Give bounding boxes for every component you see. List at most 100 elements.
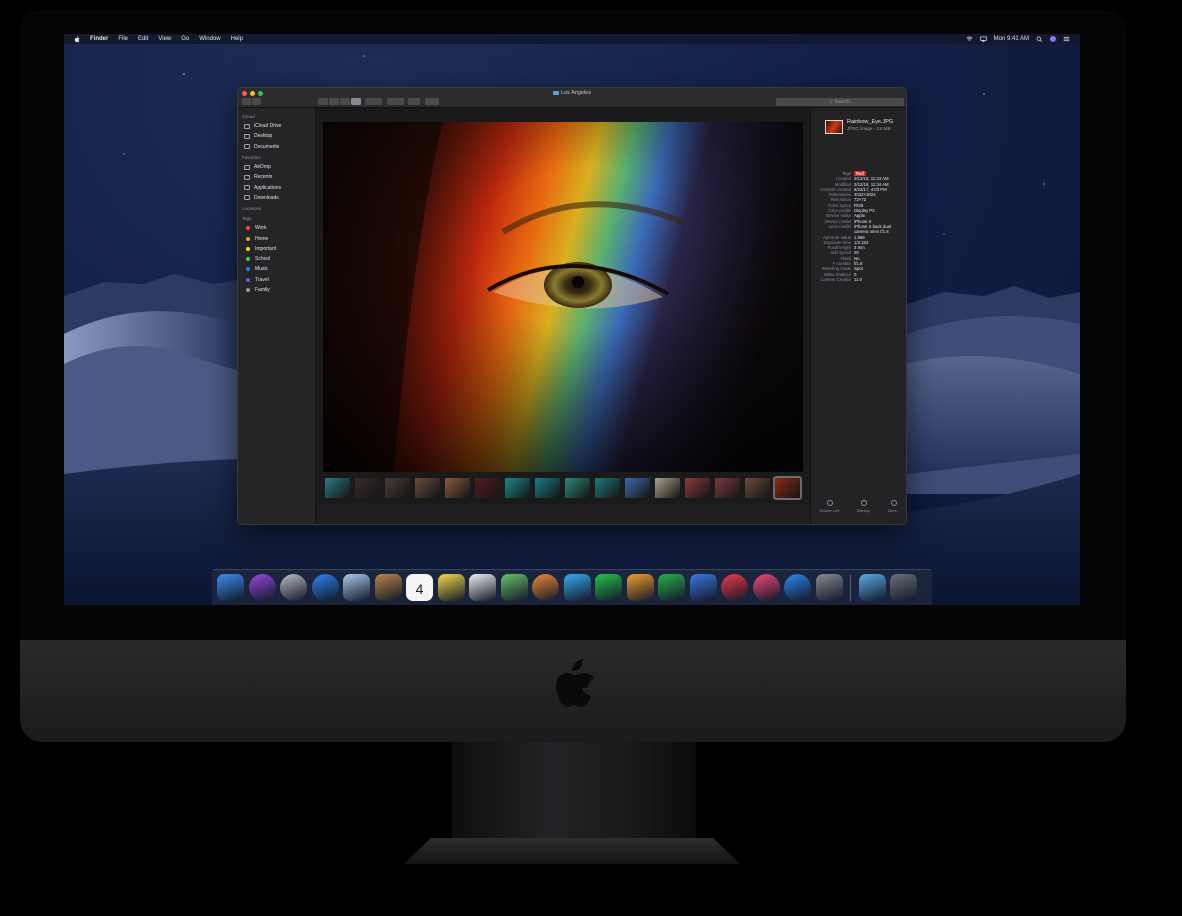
- folder-icon: [553, 90, 560, 95]
- launchpad-icon[interactable]: [280, 574, 307, 601]
- filmstrip-thumbnail[interactable]: [625, 478, 650, 498]
- sidebar-item-music[interactable]: Music: [238, 264, 315, 274]
- numbers-icon[interactable]: [658, 574, 685, 601]
- sidebar-item-work[interactable]: Work: [238, 223, 315, 233]
- sidebar-item-home[interactable]: Home: [238, 233, 315, 243]
- news-icon[interactable]: [721, 574, 748, 601]
- sidebar-item-label: Applications: [254, 184, 281, 191]
- filmstrip-thumbnail[interactable]: [325, 478, 350, 498]
- filmstrip-thumbnail[interactable]: [445, 478, 470, 498]
- icon-view-button[interactable]: [318, 98, 328, 105]
- filmstrip-thumbnail[interactable]: [773, 476, 802, 500]
- sidebar-item-desktop[interactable]: Desktop: [238, 131, 315, 141]
- sidebar-item-icloud-drive[interactable]: iCloud Drive: [238, 121, 315, 131]
- sidebar-item-recents[interactable]: Recents: [238, 172, 315, 182]
- forward-button[interactable]: [252, 98, 261, 105]
- tag-button[interactable]: [425, 98, 439, 105]
- metadata-list: Tags Red Created 3/12/18, 11:34 AM Modified 3…: [811, 171, 906, 282]
- spotlight-icon[interactable]: [1036, 36, 1043, 42]
- facetime-icon[interactable]: [595, 574, 622, 601]
- airplay-icon[interactable]: [979, 36, 987, 42]
- sidebar-item-documents[interactable]: Documents: [238, 142, 315, 152]
- finder-icon[interactable]: [217, 574, 244, 601]
- wifi-icon[interactable]: [966, 36, 973, 42]
- filmstrip-thumbnail[interactable]: [595, 478, 620, 498]
- column-view-button[interactable]: [340, 98, 350, 105]
- rotate-left-button[interactable]: Rotate Left: [820, 500, 839, 513]
- filmstrip-thumbnail[interactable]: [415, 478, 440, 498]
- tag-color-icon: [246, 277, 250, 282]
- sidebar-item-family[interactable]: Family: [238, 285, 315, 295]
- file-thumbnail: [825, 120, 843, 134]
- filmstrip-thumbnail[interactable]: [505, 478, 530, 498]
- filmstrip-thumbnail[interactable]: [655, 478, 680, 498]
- trash-icon[interactable]: [890, 574, 917, 601]
- clock-icon: [244, 174, 250, 180]
- filmstrip-thumbnail[interactable]: [355, 478, 380, 498]
- maps-icon[interactable]: [500, 574, 528, 601]
- sidebar-item-downloads[interactable]: Downloads: [238, 193, 315, 203]
- tag-color-icon: [246, 257, 250, 262]
- filmstrip-thumbnail[interactable]: [685, 478, 710, 498]
- imac-chin: [20, 640, 1126, 742]
- calendar-icon[interactable]: 4: [406, 574, 433, 601]
- more-button[interactable]: More...: [888, 500, 900, 513]
- markup-button[interactable]: Markup: [857, 500, 870, 513]
- safari-icon[interactable]: [311, 574, 339, 601]
- menu-view[interactable]: View: [158, 36, 171, 42]
- group-button[interactable]: [365, 98, 382, 105]
- system-preferences-icon[interactable]: [815, 574, 843, 601]
- filmstrip-thumbnail[interactable]: [715, 478, 740, 498]
- menu-help[interactable]: Help: [231, 36, 243, 42]
- apple-logo: [556, 659, 594, 707]
- menu-go[interactable]: Go: [181, 36, 189, 42]
- menu-window[interactable]: Window: [199, 36, 220, 42]
- back-button[interactable]: [242, 98, 251, 105]
- music-icon[interactable]: [752, 574, 780, 601]
- siri-icon[interactable]: [248, 574, 276, 601]
- sidebar-section-header: Locations: [242, 206, 262, 212]
- sidebar-item-important[interactable]: Important: [238, 244, 315, 254]
- menu-file[interactable]: File: [118, 36, 128, 42]
- sidebar-item-label: Work: [255, 225, 267, 232]
- pages-icon[interactable]: [626, 574, 654, 601]
- tag-color-icon: [246, 236, 250, 241]
- metadata-row: Content Creator 11.0: [811, 277, 906, 282]
- action-button[interactable]: [387, 98, 404, 105]
- tag-color-icon: [246, 246, 250, 251]
- menu-edit[interactable]: Edit: [138, 36, 148, 42]
- downloads-folder-icon[interactable]: [858, 574, 886, 601]
- menu-clock[interactable]: Mon 9:41 AM: [994, 36, 1029, 42]
- preview-image[interactable]: [323, 122, 803, 481]
- sidebar-item-label: Home: [255, 235, 269, 242]
- sidebar-section-header: Favorites: [242, 154, 261, 160]
- sidebar-item-school[interactable]: School: [238, 254, 315, 264]
- filmstrip-thumbnail[interactable]: [385, 478, 410, 498]
- contacts-icon[interactable]: [374, 574, 402, 601]
- sidebar-item-applications[interactable]: Applications: [238, 182, 315, 192]
- filmstrip-thumbnail[interactable]: [535, 478, 560, 498]
- mail-icon[interactable]: [343, 574, 370, 601]
- cloud-icon: [244, 123, 250, 129]
- notification-center-icon[interactable]: [1063, 36, 1070, 42]
- inspector-panel: Rainbow_Eye.JPG JPEG image - 3.6 MB Tags…: [810, 108, 906, 524]
- rotate-left-icon: [826, 500, 833, 506]
- siri-menu-icon[interactable]: [1050, 36, 1056, 42]
- menu-finder[interactable]: Finder: [90, 36, 108, 42]
- share-button[interactable]: [408, 98, 420, 105]
- sidebar-item-airdrop[interactable]: AirDrop: [238, 162, 315, 172]
- filmstrip-thumbnail[interactable]: [745, 478, 770, 498]
- reminders-icon[interactable]: [469, 574, 496, 601]
- sidebar-item-travel[interactable]: Travel: [238, 275, 315, 285]
- notes-icon[interactable]: [437, 574, 465, 601]
- apple-menu-icon[interactable]: [74, 35, 80, 43]
- photos-icon[interactable]: [532, 574, 559, 601]
- list-view-button[interactable]: [329, 98, 339, 105]
- app-store-icon[interactable]: [784, 574, 811, 601]
- filmstrip-thumbnail[interactable]: [565, 478, 590, 498]
- gallery-view-button[interactable]: [351, 98, 361, 105]
- messages-icon[interactable]: [563, 574, 591, 601]
- search-input[interactable]: ⌕ Search: [776, 98, 904, 106]
- filmstrip-thumbnail[interactable]: [475, 478, 500, 498]
- keynote-icon[interactable]: [689, 574, 717, 601]
